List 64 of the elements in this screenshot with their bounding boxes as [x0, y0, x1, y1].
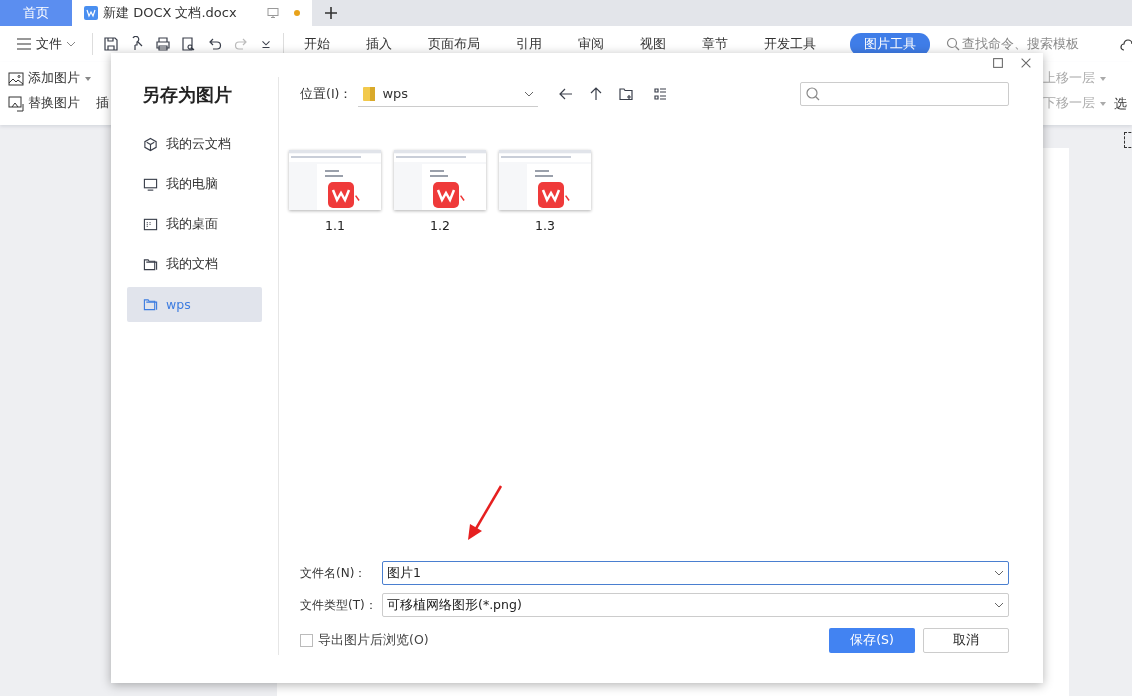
pointer-arrow [466, 484, 504, 542]
chevron-down-icon[interactable] [994, 569, 1004, 577]
back-arrow-icon[interactable] [558, 86, 575, 102]
ribbon-tab[interactable]: 章节 [692, 32, 738, 56]
maximize-icon[interactable] [991, 56, 1005, 70]
file-name-field[interactable]: 图片1 [382, 561, 1009, 585]
sidebar-item[interactable]: 我的云文档 [127, 127, 262, 162]
desktop-icon [143, 217, 158, 232]
search-icon[interactable] [946, 37, 960, 51]
undo-icon[interactable] [207, 36, 223, 52]
ribbon-tab[interactable]: 页面布局 [418, 32, 490, 56]
save-button[interactable]: 保存(S) [829, 628, 915, 653]
folder-icon [143, 297, 158, 312]
ribbon-button[interactable]: 添加图片 [8, 70, 92, 87]
ribbon-tab[interactable]: 审阅 [568, 32, 614, 56]
save-icon[interactable] [103, 36, 119, 52]
ribbon-tab[interactable]: 图片工具 [850, 32, 930, 56]
monitor-icon [143, 177, 158, 192]
document-icon [84, 6, 98, 20]
ribbon-tab[interactable]: 开发工具 [754, 32, 826, 56]
ribbon-tab[interactable]: 视图 [630, 32, 676, 56]
ribbon-button[interactable]: 替换图片 [8, 95, 92, 112]
new-folder-icon[interactable] [618, 86, 635, 102]
close-icon[interactable] [1019, 56, 1033, 70]
field-label: 文件类型(T)： [300, 596, 378, 614]
ribbon-tab[interactable]: 插入 [356, 32, 402, 56]
ribbon-tab[interactable]: 引用 [506, 32, 552, 56]
image-icon[interactable] [8, 70, 24, 87]
sidebar-item[interactable]: 我的文档 [127, 247, 262, 282]
chevron-down-icon[interactable] [994, 601, 1004, 609]
location-label: 位置(I)： [300, 85, 353, 103]
search-field[interactable] [800, 82, 1009, 106]
file-name[interactable]: 1.3 [535, 218, 555, 233]
location-dropdown[interactable]: wps [358, 81, 539, 107]
sidebar-item[interactable]: 我的电脑 [127, 167, 262, 202]
checkbox-label[interactable]: 导出图片后浏览(O) [318, 632, 429, 649]
tab[interactable]: 新建 DOCX 文档.docx [72, 0, 312, 26]
menu-icon[interactable] [16, 38, 32, 50]
dialog-title: 另存为图片 [142, 83, 233, 107]
ribbon-button[interactable]: 选 [1114, 96, 1127, 113]
file-name[interactable]: 1.1 [325, 218, 345, 233]
monitor-icon[interactable] [267, 7, 279, 19]
ribbon-tab[interactable]: 开始 [294, 32, 340, 56]
folder-icon [362, 85, 377, 102]
checkbox[interactable] [300, 634, 313, 647]
cube-icon [143, 137, 158, 152]
replace-image-icon[interactable] [8, 95, 24, 112]
file-menu[interactable]: 文件 [10, 34, 82, 54]
plus-icon[interactable] [324, 6, 338, 20]
chevron-down-icon[interactable] [524, 89, 535, 98]
ribbon-label: 插 [96, 95, 109, 112]
cloud-icon[interactable] [1120, 38, 1132, 52]
field-label: 文件名(N)： [300, 564, 368, 582]
file-name[interactable]: 1.2 [430, 218, 450, 233]
print-icon[interactable] [155, 36, 171, 52]
cancel-button[interactable]: 取消 [923, 628, 1009, 653]
folder-icon [143, 257, 158, 272]
caret-icon[interactable] [84, 75, 92, 82]
search-icon [806, 87, 820, 101]
sidebar-item[interactable]: 我的桌面 [127, 207, 262, 242]
preview-icon[interactable] [181, 36, 197, 52]
file-type-dropdown[interactable]: 可移植网络图形(*.png) [382, 593, 1009, 617]
chevron-down-icon[interactable] [66, 40, 76, 48]
command-search[interactable]: 查找命令、搜索模板 [946, 35, 1079, 53]
